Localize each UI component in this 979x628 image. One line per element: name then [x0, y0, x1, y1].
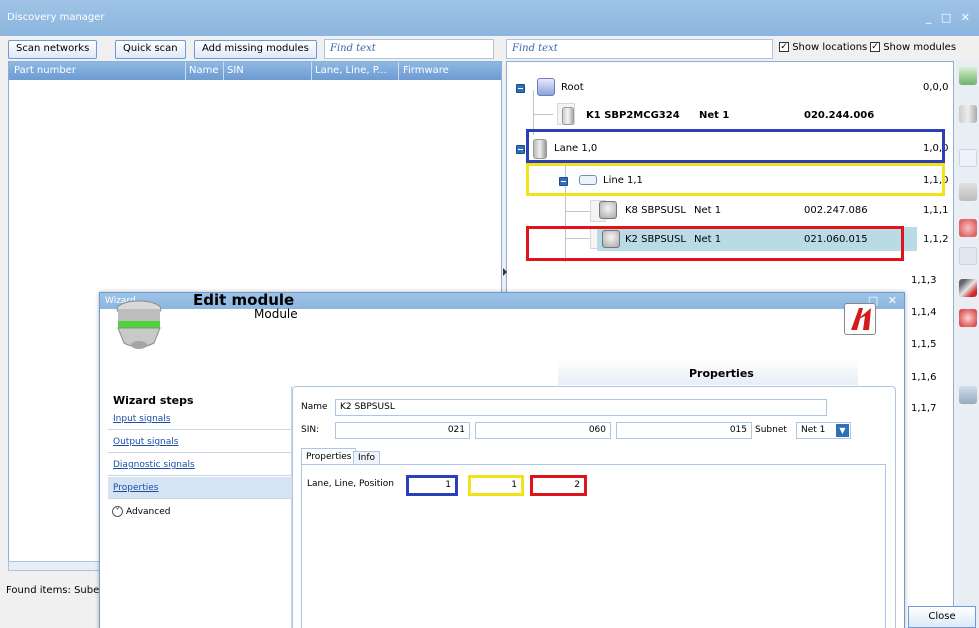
address-1-1-6: 1,1,6	[911, 372, 937, 383]
col-firmware[interactable]: Firmware	[403, 65, 449, 76]
tree-row-k1[interactable]: K1 SBP2MCG324 Net 1 020.244.006	[507, 103, 953, 129]
network-scan-icon[interactable]	[959, 67, 977, 85]
sin-label: SIN:	[301, 425, 320, 435]
k8-sin: 002.247.086	[804, 205, 868, 216]
window-title: Discovery manager	[7, 12, 105, 23]
step-diagnostic-signals[interactable]: Diagnostic signals	[108, 454, 292, 476]
subnet-select[interactable]: Net 1 ▼	[796, 422, 851, 439]
step-properties-label: Properties	[113, 483, 159, 493]
address-1-1-3: 1,1,3	[911, 275, 937, 286]
k8-name: K8 SBPSUSL	[625, 205, 686, 216]
tools-icon[interactable]	[959, 279, 977, 297]
sensor-device-icon	[114, 299, 164, 357]
quick-scan-button[interactable]: Quick scan	[115, 40, 186, 59]
bus-icon[interactable]	[959, 149, 977, 167]
module-icon[interactable]	[959, 105, 977, 123]
chevron-down-icon: ˅	[112, 506, 123, 517]
k2-highlight-box	[526, 226, 904, 261]
col-lane-line-position[interactable]: Lane, Line, P...	[315, 65, 387, 76]
k8-net: Net 1	[694, 205, 722, 216]
root-address: 0,0,0	[923, 82, 949, 93]
sin-field-3[interactable]: 015	[616, 422, 752, 439]
controller-icon	[562, 107, 574, 125]
lane-line-position-label: Lane, Line, Position	[307, 479, 395, 489]
grid-header: Part number Name SIN Lane, Line, P... Fi…	[9, 62, 501, 80]
k1-sin: 020.244.006	[804, 110, 875, 121]
line-field[interactable]: 1	[468, 475, 524, 496]
show-locations-label: Show locations	[792, 42, 868, 53]
position-field[interactable]: 2	[530, 475, 587, 496]
k1-net: Net 1	[699, 110, 730, 121]
step-output-signals-label: Output signals	[113, 437, 179, 447]
step-input-signals-label: Input signals	[113, 414, 171, 424]
tab-info[interactable]: Info	[353, 451, 381, 465]
horizontal-scrollbar[interactable]	[8, 561, 108, 571]
properties-tab-content: Lane, Line, Position 1 1 2	[301, 464, 886, 628]
title-bar: Discovery manager _ □ ✕	[0, 0, 979, 36]
close-button[interactable]: Close	[908, 606, 976, 628]
check-icon: ✓	[870, 42, 880, 52]
dropdown-arrow-icon: ▼	[836, 424, 849, 437]
brand-logo-icon	[844, 303, 876, 335]
root-label: Root	[561, 82, 584, 93]
k1-name: K1 SBP2MCG324	[586, 110, 680, 121]
show-locations-checkbox[interactable]: ✓ Show locations	[779, 42, 867, 53]
address-1-1-7: 1,1,7	[911, 403, 937, 414]
collapse-icon[interactable]	[516, 84, 525, 93]
lane-highlight-box	[526, 129, 945, 163]
col-sin[interactable]: SIN	[227, 65, 244, 76]
edit-module-wizard: Wizard... □ ✕ Edit module Module Propert…	[99, 291, 905, 628]
subnet-value: Net 1	[801, 425, 826, 435]
sensor-icon	[599, 201, 617, 219]
root-network-icon	[537, 78, 555, 96]
sin-field-1[interactable]: 021	[335, 422, 470, 439]
properties-content-panel: Name K2 SBPSUSL SIN: 021 060 015 Subnet …	[292, 386, 896, 628]
grid-icon[interactable]	[959, 386, 977, 404]
window-controls[interactable]: _ □ ✕	[926, 11, 973, 24]
tree-row-k8[interactable]: K8 SBPSUSL Net 1 002.247.086 1,1,1	[507, 198, 953, 224]
show-modules-checkbox[interactable]: ✓ Show modules	[870, 42, 956, 53]
lane-field[interactable]: 1	[406, 475, 458, 496]
wizard-steps-header: Wizard steps	[113, 394, 194, 407]
advanced-label: Advanced	[126, 507, 171, 517]
k2-address: 1,1,2	[923, 234, 949, 245]
sin-field-2[interactable]: 060	[475, 422, 611, 439]
name-field[interactable]: K2 SBPSUSL	[335, 399, 827, 416]
hand-icon[interactable]	[959, 183, 977, 201]
tree-row-root[interactable]: Root 0,0,0	[507, 75, 953, 101]
wizard-subheading: Module	[254, 307, 298, 321]
wizard-steps-panel: Wizard steps Input signals Output signal…	[108, 386, 292, 628]
scan-networks-button[interactable]: Scan networks	[8, 40, 98, 59]
line-highlight-box	[526, 163, 945, 196]
check-icon: ✓	[779, 42, 789, 52]
col-name[interactable]: Name	[189, 65, 219, 76]
row-pointer-icon	[503, 268, 507, 276]
step-properties[interactable]: Properties	[108, 477, 292, 499]
address-1-1-5: 1,1,5	[911, 339, 937, 350]
step-output-signals[interactable]: Output signals	[108, 431, 292, 453]
found-items-status: Found items: Sube	[6, 585, 100, 596]
add-missing-modules-button[interactable]: Add missing modules	[194, 40, 317, 59]
properties-section-tab[interactable]: Properties	[558, 359, 858, 385]
col-part-number[interactable]: Part number	[14, 65, 76, 76]
show-modules-label: Show modules	[883, 42, 957, 53]
tab-properties[interactable]: Properties	[301, 448, 357, 465]
address-1-1-4: 1,1,4	[911, 307, 937, 318]
k8-address: 1,1,1	[923, 205, 949, 216]
name-label: Name	[301, 402, 328, 412]
stop-icon[interactable]	[959, 309, 977, 327]
address-icon[interactable]	[959, 247, 977, 265]
advanced-toggle[interactable]: ˅ Advanced	[112, 506, 170, 517]
right-find-input[interactable]: Find text	[506, 39, 773, 59]
properties-section-label: Properties	[689, 367, 754, 380]
subnet-label: Subnet	[755, 425, 787, 435]
left-find-input[interactable]: Find text	[324, 39, 494, 59]
step-input-signals[interactable]: Input signals	[108, 408, 292, 430]
step-diagnostic-signals-label: Diagnostic signals	[113, 460, 195, 470]
red-device-icon[interactable]	[959, 219, 977, 237]
right-toolbar	[956, 61, 979, 628]
collapse-icon[interactable]	[516, 145, 525, 154]
